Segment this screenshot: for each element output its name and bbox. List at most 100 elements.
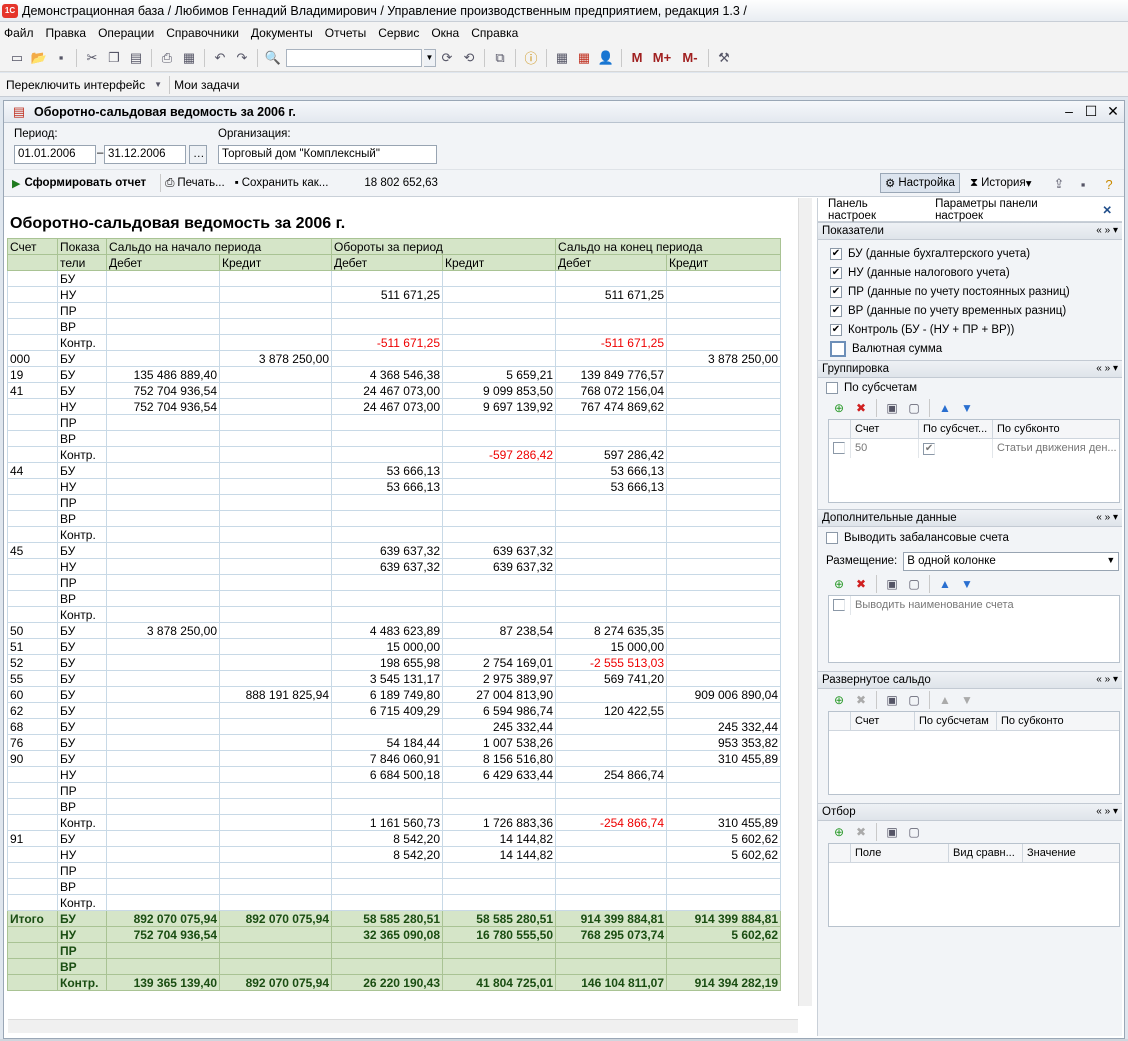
table-cell[interactable]: 5 602,62 xyxy=(666,926,782,943)
table-cell[interactable] xyxy=(441,878,557,895)
table-cell[interactable]: БУ xyxy=(57,350,107,367)
table-cell[interactable]: 892 070 075,94 xyxy=(106,910,220,927)
table-cell[interactable]: 3 545 131,17 xyxy=(331,670,443,687)
additional-grid[interactable]: Выводить наименование счета xyxy=(828,595,1120,663)
table-cell[interactable]: БУ xyxy=(57,654,107,671)
table-cell[interactable]: 4 483 623,89 xyxy=(331,622,443,639)
by-subaccounts-checkbox[interactable]: По субсчетам xyxy=(818,378,1122,397)
users-icon[interactable]: 👤 xyxy=(597,49,615,67)
date-to-field[interactable]: 31.12.2006 xyxy=(104,145,186,164)
table-cell[interactable]: 9 099 853,50 xyxy=(441,382,557,399)
table-cell[interactable]: -254 866,74 xyxy=(555,814,668,831)
table-row[interactable]: 50 БУ 3 878 250,00 4 483 623,89 87 238,54 8 2… xyxy=(7,622,782,639)
table-row[interactable]: ПР xyxy=(7,574,782,591)
table-cell[interactable] xyxy=(441,894,557,911)
search-input[interactable] xyxy=(286,48,422,67)
table-cell[interactable] xyxy=(7,782,58,799)
check-all-icon[interactable]: ▣ xyxy=(883,823,901,841)
delete-icon[interactable]: ✖ xyxy=(852,691,870,709)
table-cell[interactable]: Контр. xyxy=(57,526,107,543)
table-cell[interactable] xyxy=(219,398,332,415)
table-cell[interactable] xyxy=(666,638,782,655)
table-cell[interactable]: БУ xyxy=(57,622,107,639)
table-cell[interactable] xyxy=(219,654,332,671)
table-cell[interactable] xyxy=(219,750,332,767)
table-cell[interactable] xyxy=(555,590,668,607)
table-row[interactable]: ВР xyxy=(7,318,782,335)
table-cell[interactable] xyxy=(219,878,332,895)
table-cell[interactable]: Контр. xyxy=(57,446,107,463)
search-dropdown-icon[interactable]: ▼ xyxy=(424,48,436,67)
table-row[interactable]: БУ xyxy=(7,270,782,287)
find-prev-icon[interactable]: ⟲ xyxy=(460,49,478,67)
totals-row[interactable]: ПР xyxy=(7,942,782,959)
table-cell[interactable]: 51 xyxy=(7,638,58,655)
table-cell[interactable]: 120 422,55 xyxy=(555,702,668,719)
table-cell[interactable]: Контр. xyxy=(57,894,107,911)
table-cell[interactable]: БУ xyxy=(57,462,107,479)
table-cell[interactable] xyxy=(331,574,443,591)
table-row[interactable]: Контр. xyxy=(7,894,782,911)
table-cell[interactable] xyxy=(219,414,332,431)
table-cell[interactable] xyxy=(441,462,557,479)
table-cell[interactable]: 5 659,21 xyxy=(441,366,557,383)
table-cell[interactable]: 888 191 825,94 xyxy=(219,686,332,703)
indicator-checkbox[interactable]: ✔ Контроль (БУ - (НУ + ПР + ВР)) xyxy=(818,320,1122,339)
table-cell[interactable] xyxy=(441,606,557,623)
table-cell[interactable] xyxy=(666,462,782,479)
table-row[interactable]: НУ 8 542,20 14 144,82 5 602,62 xyxy=(7,846,782,863)
table-cell[interactable]: 752 704 936,54 xyxy=(106,382,220,399)
table-cell[interactable] xyxy=(331,878,443,895)
menu-help[interactable]: Справка xyxy=(471,26,518,40)
table-cell[interactable]: 768 295 073,74 xyxy=(555,926,668,943)
table-cell[interactable]: 53 666,13 xyxy=(331,478,443,495)
close-icon[interactable]: ✕ xyxy=(1102,103,1124,120)
table-cell[interactable] xyxy=(7,446,58,463)
table-cell[interactable] xyxy=(219,334,332,351)
table-cell[interactable]: 15 000,00 xyxy=(555,638,668,655)
table-cell[interactable] xyxy=(666,798,782,815)
settings-button[interactable]: ⚙ Настройка xyxy=(880,173,960,193)
table-cell[interactable] xyxy=(106,478,220,495)
table-cell[interactable]: 6 594 986,74 xyxy=(441,702,557,719)
table-cell[interactable]: 2 975 389,97 xyxy=(441,670,557,687)
table-cell[interactable]: 91 xyxy=(7,830,58,847)
table-cell[interactable]: 53 666,13 xyxy=(331,462,443,479)
table-cell[interactable] xyxy=(331,414,443,431)
table-row[interactable]: НУ 511 671,25 511 671,25 xyxy=(7,286,782,303)
indicator-checkbox[interactable]: ✔ ВР (данные по учету временных разниц) xyxy=(818,301,1122,320)
table-cell[interactable] xyxy=(666,958,782,975)
table-cell[interactable] xyxy=(106,958,220,975)
close-panel-icon[interactable]: ✕ xyxy=(1092,203,1122,217)
table-cell[interactable]: ВР xyxy=(57,430,107,447)
table-row[interactable]: ПР xyxy=(7,302,782,319)
table-cell[interactable] xyxy=(555,958,668,975)
table-cell[interactable]: 76 xyxy=(7,734,58,751)
table-cell[interactable] xyxy=(441,350,557,367)
tab-settings-panel[interactable]: Панель настроек xyxy=(818,198,925,222)
table-cell[interactable]: 909 006 890,04 xyxy=(666,686,782,703)
table-cell[interactable]: 24 467 073,00 xyxy=(331,398,443,415)
table-cell[interactable]: НУ xyxy=(57,558,107,575)
table-cell[interactable]: 914 394 282,19 xyxy=(666,974,782,991)
table-cell[interactable] xyxy=(219,830,332,847)
table-cell[interactable] xyxy=(219,670,332,687)
table-cell[interactable]: Контр. xyxy=(57,606,107,623)
table-cell[interactable] xyxy=(441,334,557,351)
table-cell[interactable] xyxy=(7,414,58,431)
table-cell[interactable] xyxy=(555,798,668,815)
move-up-icon[interactable]: ▲ xyxy=(936,691,954,709)
table-cell[interactable] xyxy=(106,270,220,287)
move-down-icon[interactable]: ▼ xyxy=(958,691,976,709)
table-cell[interactable] xyxy=(219,782,332,799)
undo-icon[interactable]: ↶ xyxy=(211,49,229,67)
table-cell[interactable]: ПР xyxy=(57,942,107,959)
table-cell[interactable] xyxy=(555,494,668,511)
indicator-checkbox[interactable]: ✔ ПР (данные по учету постоянных разниц) xyxy=(818,282,1122,301)
table-cell[interactable]: ПР xyxy=(57,574,107,591)
table-cell[interactable] xyxy=(106,286,220,303)
table-cell[interactable] xyxy=(106,446,220,463)
table-cell[interactable] xyxy=(666,318,782,335)
table-cell[interactable] xyxy=(441,782,557,799)
table-cell[interactable]: БУ xyxy=(57,382,107,399)
